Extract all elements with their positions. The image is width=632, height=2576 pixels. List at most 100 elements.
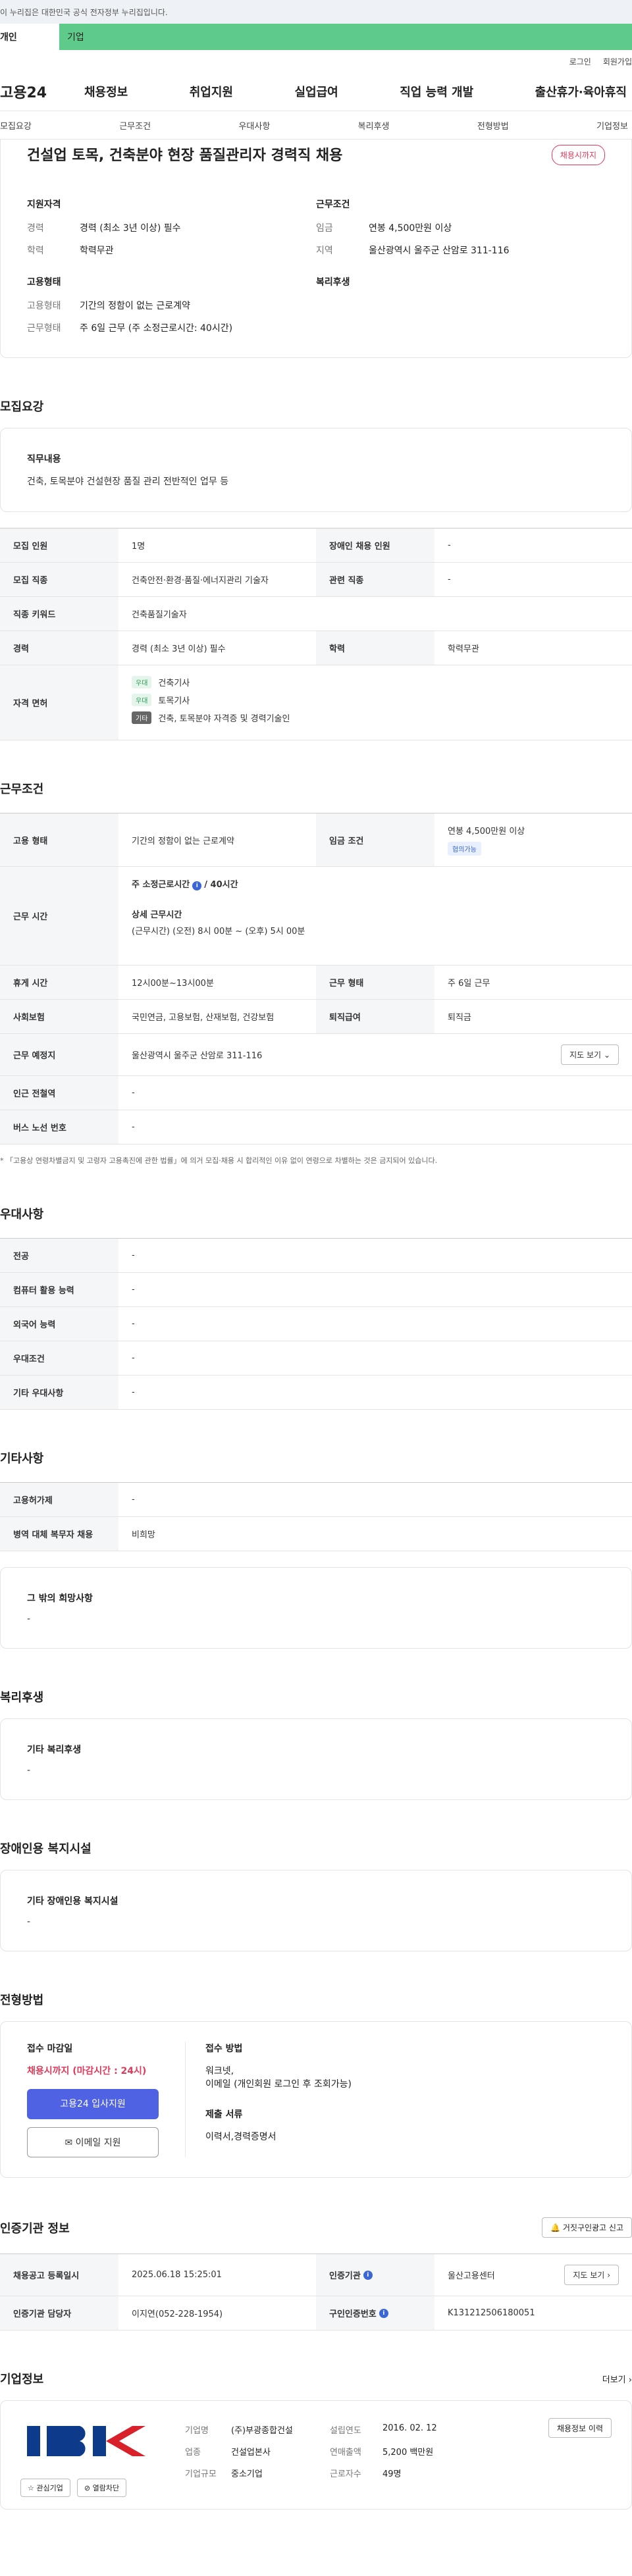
prefer-label: 외국어 능력 bbox=[0, 1307, 118, 1341]
favorite-company-button[interactable]: ☆ 관심기업 bbox=[20, 2479, 70, 2497]
recruit-career-value: 경력 (최소 3년 이상) 필수 bbox=[132, 644, 226, 654]
site-logo[interactable]: 고용24 bbox=[0, 81, 84, 102]
etc-table: 고용허가제 - 병역 대체 복무자 채용 비희망 bbox=[0, 1482, 632, 1551]
job-title: 건설업 토목, 건축분야 현장 품질관리자 경력직 채용 bbox=[27, 147, 343, 164]
etc-label: 고용허가제 bbox=[0, 1483, 118, 1516]
bell-icon: 🔔 bbox=[550, 2223, 561, 2232]
work-bus-value: - bbox=[132, 1122, 135, 1132]
cert-table: 채용공고 등록일시 2025.06.18 15:25:01 인증기관 i 울산고용센… bbox=[0, 2254, 632, 2331]
deadline-value: 채용시까지 (마감시간 : 24시) bbox=[27, 2066, 147, 2076]
status-badge: 채용시까지 bbox=[551, 145, 605, 165]
map-button[interactable]: 지도 보기 ⌄ bbox=[561, 1044, 619, 1065]
gnb-item-employment-support[interactable]: 취업지원 bbox=[190, 83, 233, 100]
company-header: 기업정보 더보기 › bbox=[0, 2370, 632, 2387]
cert-ad-value: K131212506180051 bbox=[448, 2308, 535, 2318]
tab-personal[interactable]: 개인 bbox=[0, 24, 59, 50]
license-name: 건축, 토목분야 자격증 및 경력기술인 bbox=[158, 714, 290, 724]
gov-banner-text: 이 누리집은 대한민국 공식 전자정부 누리집입니다. bbox=[0, 7, 168, 17]
section-disabled-title: 장애인용 복지시설 bbox=[0, 1842, 92, 1856]
company-size-label: 기업규모 bbox=[185, 2469, 217, 2479]
summary-emptype-label: 고용형태 bbox=[27, 301, 61, 311]
recruit-count-label: 모집 인원 bbox=[0, 528, 118, 562]
email-apply-button[interactable]: ✉ 이메일 지원 bbox=[27, 2127, 159, 2157]
subtab-apply[interactable]: 전형방법 bbox=[477, 119, 509, 132]
agency-map-button[interactable]: 지도 보기 › bbox=[564, 2265, 619, 2285]
recruit-count-value: 1명 bbox=[132, 542, 145, 552]
summary-conditions: 근무조건 임금 연봉 4,500만원 이상 지역 울산광역시 울주군 산암로 311… bbox=[316, 197, 605, 344]
etc-value: 비희망 bbox=[132, 1530, 155, 1540]
section-prefer-title: 우대사항 bbox=[0, 1208, 44, 1222]
tab-company-label: 기업 bbox=[67, 32, 84, 43]
work-table: 고용 형태 기간의 정함이 없는 근로계약 임금 조건 연봉 4,500만원 이상… bbox=[0, 813, 632, 1145]
work-break-value: 12시00분~13시00분 bbox=[132, 979, 214, 989]
gnb-item-parental-leave[interactable]: 출산휴가·육아휴직 bbox=[535, 83, 627, 100]
subtab-company[interactable]: 기업정보 bbox=[596, 119, 628, 132]
section-apply-title: 전형방법 bbox=[0, 1994, 44, 2007]
company-logo-box: ☆ 관심기업 ⊘ 열람차단 bbox=[20, 2418, 165, 2497]
subtab-welfare[interactable]: 복리후생 bbox=[358, 119, 390, 132]
recruit-disabled-value: - bbox=[448, 540, 451, 550]
subtab-work[interactable]: 근무조건 bbox=[119, 119, 151, 132]
hours-detail-value: (근무시간) (오전) 8시 00분 ~ (오후) 5시 00분 bbox=[132, 927, 305, 937]
apply-button[interactable]: 고용24 입사지원 bbox=[27, 2089, 159, 2119]
duty-text: 건축, 토목분야 건설현장 품질 관리 전반적인 업무 등 bbox=[27, 477, 229, 487]
welfare-box: 기타 복리후생 - bbox=[0, 1718, 632, 1800]
join-link[interactable]: 회원가입 bbox=[603, 56, 632, 67]
work-emptype-label: 고용 형태 bbox=[0, 813, 118, 866]
prefer-label: 기타 우대사항 bbox=[0, 1376, 118, 1409]
hiring-history-button[interactable]: 채용정보 이력 bbox=[548, 2418, 612, 2438]
company-name-value: (주)부광종합건설 bbox=[231, 2426, 293, 2436]
docs-title: 제출 서류 bbox=[205, 2109, 243, 2120]
summary-conditions-title: 근무조건 bbox=[316, 199, 350, 210]
company-more-label: 더보기 bbox=[602, 2375, 626, 2385]
company-rev-value: 5,200 백만원 bbox=[382, 2448, 434, 2458]
tab-company[interactable]: 기업 bbox=[59, 24, 632, 50]
table-row: 컴퓨터 활용 능력 - bbox=[0, 1273, 632, 1307]
recruit-edu-label: 학력 bbox=[316, 631, 434, 665]
etc-label: 병역 대체 복무자 채용 bbox=[0, 1517, 118, 1551]
work-hours-cell: 주 소정근로시간 i/ 40시간 상세 근무시간 (근무시간) (오전) 8시 0… bbox=[118, 867, 632, 965]
company-size-value: 중소기업 bbox=[231, 2469, 263, 2479]
work-form-label: 근무 형태 bbox=[316, 966, 434, 999]
table-row: 기타 우대사항 - bbox=[0, 1376, 632, 1410]
prefer-value: - bbox=[132, 1353, 135, 1363]
work-wage-value: 연봉 4,500만원 이상 bbox=[448, 827, 525, 837]
page-root: 이 누리집은 대한민국 공식 전자정부 누리집입니다. 개인 기업 로그인 회원… bbox=[0, 0, 632, 2510]
gnb-item-unemployment-benefit[interactable]: 실업급여 bbox=[295, 83, 338, 100]
summary-career-label: 경력 bbox=[27, 223, 44, 234]
license-name: 토목기사 bbox=[158, 696, 190, 706]
license-name: 건축기사 bbox=[158, 679, 190, 688]
agency-map-label: 지도 보기 bbox=[573, 2271, 605, 2280]
company-est-label: 설립연도 bbox=[330, 2426, 361, 2436]
recruit-job-label: 모집 직종 bbox=[0, 563, 118, 596]
cert-agency-cell: 울산고용센터 지도 보기 › bbox=[434, 2254, 632, 2296]
subtab-recruit[interactable]: 모집요강 bbox=[0, 119, 32, 132]
subtab-prefer[interactable]: 우대사항 bbox=[238, 119, 270, 132]
duty-title: 직무내용 bbox=[27, 454, 61, 465]
cert-header: 인증기관 정보 🔔 거짓구인광고 신고 bbox=[0, 2217, 632, 2238]
work-wage-cell: 연봉 4,500만원 이상 협의가능 bbox=[434, 813, 632, 866]
info-icon[interactable]: i bbox=[192, 881, 202, 890]
summary-edu-label: 학력 bbox=[27, 245, 44, 256]
star-icon: ☆ bbox=[28, 2484, 34, 2492]
prefer-value: - bbox=[132, 1285, 135, 1295]
work-severance-value: 퇴직금 bbox=[448, 1013, 471, 1023]
license-item: 기타 건축, 토목분야 자격증 및 경력기술인 bbox=[132, 711, 619, 724]
section-welfare-title: 복리후생 bbox=[0, 1691, 44, 1705]
chevron-down-icon: ⌄ bbox=[603, 1050, 610, 1060]
login-link[interactable]: 로그인 bbox=[569, 56, 591, 67]
duty-box: 직무내용 건축, 토목분야 건설현장 품질 관리 전반적인 업무 등 bbox=[0, 428, 632, 512]
report-button[interactable]: 🔔 거짓구인광고 신고 bbox=[542, 2217, 632, 2238]
recruit-keyword-value: 건축품질기술자 bbox=[132, 610, 187, 620]
chevron-right-icon: › bbox=[607, 2271, 610, 2280]
info-icon[interactable]: i bbox=[363, 2270, 373, 2280]
gnb-item-job-training[interactable]: 직업 능력 개발 bbox=[400, 83, 473, 100]
gnb-item-jobs[interactable]: 채용정보 bbox=[84, 83, 128, 100]
company-more-link[interactable]: 더보기 › bbox=[602, 2373, 632, 2385]
info-icon[interactable]: i bbox=[379, 2308, 388, 2318]
apply-left: 접수 마감일 채용시까지 (마감시간 : 24시) 고용24 입사지원 ✉ 이메… bbox=[27, 2042, 159, 2157]
summary-worktype-label: 근무형태 bbox=[27, 323, 61, 334]
block-company-button[interactable]: ⊘ 열람차단 bbox=[76, 2479, 127, 2497]
company-title: 기업정보 bbox=[0, 2373, 44, 2386]
other-wish-box: 그 밖의 희망사항 - bbox=[0, 1567, 632, 1649]
